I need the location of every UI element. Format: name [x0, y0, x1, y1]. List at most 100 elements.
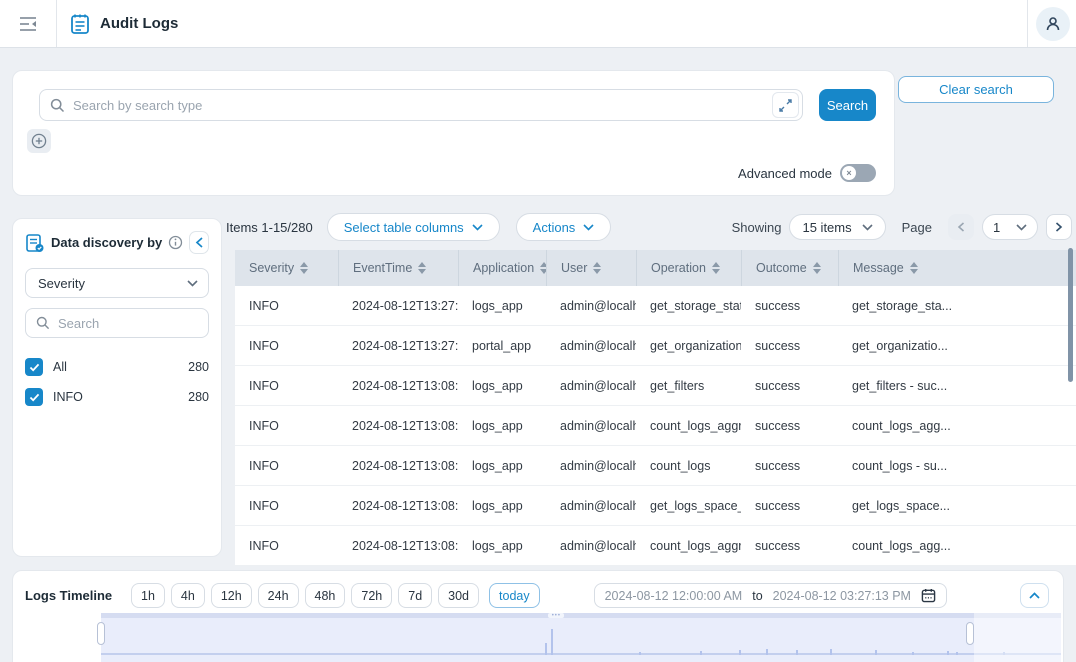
sort-icon[interactable]	[910, 262, 918, 274]
advanced-mode-toggle[interactable]: ×	[840, 164, 876, 182]
facet-item-all[interactable]: All280	[25, 352, 209, 382]
table-cell: get_storage_sta...	[838, 286, 1076, 325]
table-cell: get_storage_stats	[636, 286, 741, 325]
range-button-4h[interactable]: 4h	[171, 583, 205, 608]
range-button-1h[interactable]: 1h	[131, 583, 165, 608]
divider	[1027, 0, 1028, 47]
timeline-spike	[545, 643, 547, 655]
table-cell: get_filters	[636, 366, 741, 405]
data-discovery-icon	[25, 233, 45, 253]
logs-timeline-title: Logs Timeline	[25, 588, 131, 603]
timeline-baseline	[101, 653, 1061, 655]
sort-icon[interactable]	[813, 262, 821, 274]
sort-icon[interactable]	[712, 262, 720, 274]
clear-search-button[interactable]: Clear search	[898, 76, 1054, 103]
timeline-spike	[700, 651, 702, 655]
table-row[interactable]: INFO2024-08-12T13:08:...logs_appadmin@lo…	[235, 486, 1076, 526]
data-discovery-title: Data discovery by	[51, 235, 162, 250]
table-cell: count_logs_aggreg...	[636, 526, 741, 565]
actions-button[interactable]: Actions	[516, 213, 612, 241]
table-scrollbar[interactable]	[1068, 248, 1073, 382]
chevron-left-icon	[195, 237, 204, 248]
column-header-label: User	[561, 261, 587, 275]
sort-icon[interactable]	[593, 262, 601, 274]
brush-grip[interactable]: •••	[548, 613, 564, 618]
timeline-spike	[739, 650, 741, 655]
table-cell: success	[741, 446, 838, 485]
table-cell: admin@localhost.lo...	[546, 446, 636, 485]
timeline-brush[interactable]: •••	[101, 613, 1061, 662]
add-criteria-button[interactable]	[27, 129, 51, 153]
brush-outside-right	[974, 613, 1061, 662]
range-button-30d[interactable]: 30d	[438, 583, 479, 608]
column-header-outcome[interactable]: Outcome	[741, 250, 838, 286]
facet-item-info[interactable]: INFO280	[25, 382, 209, 412]
page-size-select[interactable]: 15 items	[789, 214, 885, 240]
select-table-columns-button[interactable]: Select table columns	[327, 213, 500, 241]
facet-search-input[interactable]: Search	[25, 308, 209, 338]
column-header-severity[interactable]: Severity	[235, 250, 338, 286]
sort-icon[interactable]	[300, 262, 308, 274]
table-row[interactable]: INFO2024-08-12T13:08:...logs_appadmin@lo…	[235, 446, 1076, 486]
next-page-button[interactable]	[1046, 214, 1072, 240]
table-row[interactable]: INFO2024-08-12T13:27:...logs_appadmin@lo…	[235, 286, 1076, 326]
timeline-spike	[551, 629, 553, 655]
facet-item-count: 280	[188, 360, 209, 374]
table-cell: get_logs_space_dis...	[636, 486, 741, 525]
range-button-24h[interactable]: 24h	[258, 583, 299, 608]
range-buttons: 1h4h12h24h48h72h7d30d	[131, 583, 485, 608]
table-cell: success	[741, 326, 838, 365]
timeline-spike	[639, 652, 641, 655]
column-header-label: EventTime	[353, 261, 412, 275]
table-cell: admin@localhost.lo...	[546, 406, 636, 445]
table-cell: get_organizatio...	[838, 326, 1076, 365]
collapse-timeline-button[interactable]	[1020, 583, 1049, 608]
expand-icon	[779, 99, 792, 112]
select-table-columns-label: Select table columns	[344, 220, 464, 235]
facet-item-label: INFO	[53, 390, 83, 404]
user-avatar[interactable]	[1036, 7, 1070, 41]
table-row[interactable]: INFO2024-08-12T13:08:...logs_appadmin@lo…	[235, 406, 1076, 446]
info-icon[interactable]	[168, 235, 183, 250]
range-button-72h[interactable]: 72h	[351, 583, 392, 608]
timeline-spike	[912, 652, 914, 655]
facet-search-placeholder: Search	[58, 316, 99, 331]
expand-search-button[interactable]	[772, 92, 799, 118]
brush-right-handle[interactable]	[966, 622, 974, 645]
search-icon	[50, 98, 65, 113]
column-header-user[interactable]: User	[546, 250, 636, 286]
timeline-spike	[956, 652, 958, 655]
table-cell: logs_app	[458, 446, 546, 485]
search-input[interactable]: Search by search type	[39, 89, 803, 121]
range-button-today[interactable]: today	[489, 583, 540, 608]
person-icon	[1044, 15, 1062, 33]
sort-icon[interactable]	[418, 262, 426, 274]
previous-page-button[interactable]	[948, 214, 974, 240]
chevron-down-icon	[472, 224, 483, 231]
column-header-operation[interactable]: Operation	[636, 250, 741, 286]
table-cell: get_organization	[636, 326, 741, 365]
checkbox-checked-icon[interactable]	[25, 388, 43, 406]
table-cell: get_logs_space...	[838, 486, 1076, 525]
page-label: Page	[902, 220, 932, 235]
table-row[interactable]: INFO2024-08-12T13:08:...logs_appadmin@lo…	[235, 366, 1076, 406]
brush-left-handle[interactable]	[97, 622, 105, 645]
column-header-eventtime[interactable]: EventTime	[338, 250, 458, 286]
date-range-picker[interactable]: 2024-08-12 12:00:00 AM to 2024-08-12 03:…	[594, 583, 947, 608]
checkbox-checked-icon[interactable]	[25, 358, 43, 376]
column-header-application[interactable]: Application	[458, 250, 546, 286]
range-button-7d[interactable]: 7d	[398, 583, 432, 608]
timeline-spike	[947, 651, 949, 655]
table-cell: logs_app	[458, 286, 546, 325]
page-number-select[interactable]: 1	[982, 214, 1038, 240]
range-button-12h[interactable]: 12h	[211, 583, 252, 608]
column-header-message[interactable]: Message	[838, 250, 1076, 286]
table-row[interactable]: INFO2024-08-12T13:27:...portal_appadmin@…	[235, 326, 1076, 366]
table-cell: INFO	[235, 366, 338, 405]
sidebar-collapse-menu-icon[interactable]	[12, 8, 46, 40]
facet-field-select[interactable]: Severity	[25, 268, 209, 298]
table-row[interactable]: INFO2024-08-12T13:08:...logs_appadmin@lo…	[235, 526, 1076, 566]
collapse-panel-button[interactable]	[189, 231, 209, 254]
search-button[interactable]: Search	[819, 89, 876, 121]
range-button-48h[interactable]: 48h	[305, 583, 346, 608]
